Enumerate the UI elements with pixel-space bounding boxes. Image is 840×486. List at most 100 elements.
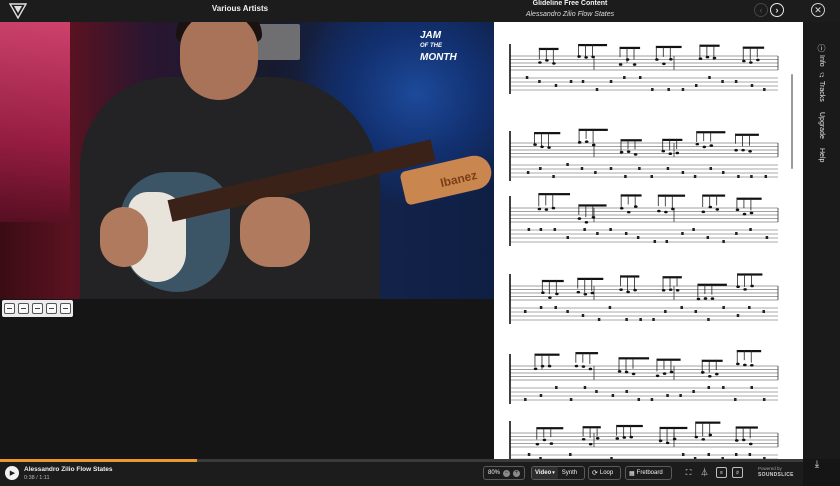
tab-number — [694, 84, 698, 87]
sheet-scrollbar[interactable] — [791, 74, 793, 169]
note-stem — [751, 273, 752, 287]
note-head — [664, 210, 668, 214]
note-head — [661, 288, 666, 292]
note-head — [626, 210, 631, 214]
note-head — [701, 210, 706, 214]
chevron-left-icon: ‹ — [759, 4, 763, 15]
note-head — [708, 433, 713, 437]
note-stem — [538, 193, 540, 207]
note-stem — [625, 357, 627, 372]
download-button[interactable]: ⤓ — [810, 459, 824, 473]
previous-button[interactable]: ‹ — [754, 3, 768, 17]
metronome-icon: ⏃ — [700, 468, 709, 477]
note-stem — [585, 128, 587, 139]
note-stem — [749, 426, 751, 439]
video-player[interactable]: Ibanez JAM OF THE MONTH — [0, 22, 494, 299]
note-head — [591, 215, 596, 219]
minimize-icon[interactable] — [46, 303, 57, 314]
note-stem — [697, 283, 699, 298]
metronome-button[interactable]: ⏃ — [699, 467, 710, 478]
note-head — [577, 141, 582, 144]
note-head — [694, 435, 699, 439]
note-stem — [742, 133, 743, 147]
note-head — [750, 284, 754, 288]
chevron-down-icon: ▾ — [552, 470, 555, 476]
note-head — [588, 367, 593, 371]
video-toggle[interactable]: Video ▾ — [532, 467, 558, 479]
note-beam — [618, 357, 650, 360]
powered-by[interactable]: Powered by SOUNDSLICE — [758, 466, 794, 478]
sidebar-item-upgrade[interactable]: Upgrade — [803, 110, 840, 139]
note-stem — [589, 352, 591, 364]
play-button[interactable]: ▶ — [5, 466, 19, 480]
note-stem — [666, 426, 668, 443]
next-button[interactable]: › — [770, 3, 784, 17]
transpose-button[interactable]: ≡ — [716, 467, 727, 478]
zoom-out-button[interactable]: − — [503, 469, 511, 477]
tab-number — [721, 171, 725, 174]
background-light — [0, 22, 70, 222]
note-beam — [619, 46, 641, 50]
zoom-level[interactable]: 80% — [488, 470, 500, 476]
fullscreen-icon[interactable] — [32, 303, 43, 314]
tab-number — [748, 453, 752, 456]
note-beam — [575, 352, 599, 355]
layout-icon[interactable] — [4, 303, 15, 314]
note-head — [756, 58, 760, 62]
synth-toggle[interactable]: Synth — [558, 470, 581, 476]
logo-icon[interactable] — [9, 3, 27, 19]
tab-number — [693, 175, 697, 178]
tab-number — [665, 240, 669, 243]
note-head — [595, 437, 600, 440]
fretboard-button[interactable]: ▦ Fretboard — [625, 466, 672, 480]
note-stem — [676, 276, 678, 287]
note-beam — [735, 426, 758, 429]
music-note-icon: ♫ — [818, 70, 825, 79]
note-stem — [663, 358, 665, 370]
tab-number — [707, 386, 711, 389]
tab-number — [623, 76, 626, 79]
close-icon: ✕ — [814, 4, 822, 15]
tab-number — [748, 306, 751, 309]
tab-number — [625, 318, 628, 321]
tab-number — [539, 306, 543, 309]
note-head — [735, 208, 740, 212]
sheet-music[interactable] — [494, 22, 803, 459]
note-stem — [750, 197, 752, 211]
note-head — [633, 153, 638, 156]
tuning-button[interactable]: ♯ — [732, 467, 743, 478]
note-beam — [662, 138, 683, 142]
note-stem — [657, 194, 659, 206]
note-stem — [627, 139, 629, 150]
sidebar-item-info[interactable]: ⓘ Info — [803, 44, 840, 67]
note-stem — [669, 138, 671, 151]
tab-number — [679, 394, 682, 397]
tab-number — [569, 80, 573, 83]
tab-number — [539, 228, 543, 231]
tab-number — [566, 163, 569, 166]
note-head — [618, 63, 623, 66]
note-head — [675, 288, 680, 292]
note-stem — [584, 277, 586, 293]
jam-of-the-month-logo: JAM OF THE MONTH — [420, 30, 470, 74]
close-button[interactable]: ✕ — [811, 3, 825, 17]
tab-number — [625, 390, 628, 393]
notes-icon[interactable] — [60, 303, 71, 314]
zoom-in-button[interactable]: + — [513, 469, 521, 477]
note-stem — [627, 194, 629, 205]
sidebar-item-help[interactable]: Help — [803, 146, 840, 162]
swap-icon[interactable] — [18, 303, 29, 314]
fullscreen-button[interactable]: ⛶ — [683, 467, 694, 478]
loop-button[interactable]: ⟳ Loop — [588, 466, 621, 480]
note-stem — [545, 47, 547, 61]
tab-number — [707, 318, 710, 321]
sidebar-item-tracks[interactable]: ♫ Tracks — [803, 70, 840, 102]
tab-number — [624, 232, 628, 235]
note-head — [574, 364, 579, 368]
note-head — [622, 436, 627, 439]
note-head — [533, 143, 537, 146]
fullscreen-icon: ⛶ — [685, 468, 692, 477]
tab-number — [539, 394, 543, 397]
note-stem — [670, 358, 672, 372]
note-stem — [715, 359, 717, 371]
